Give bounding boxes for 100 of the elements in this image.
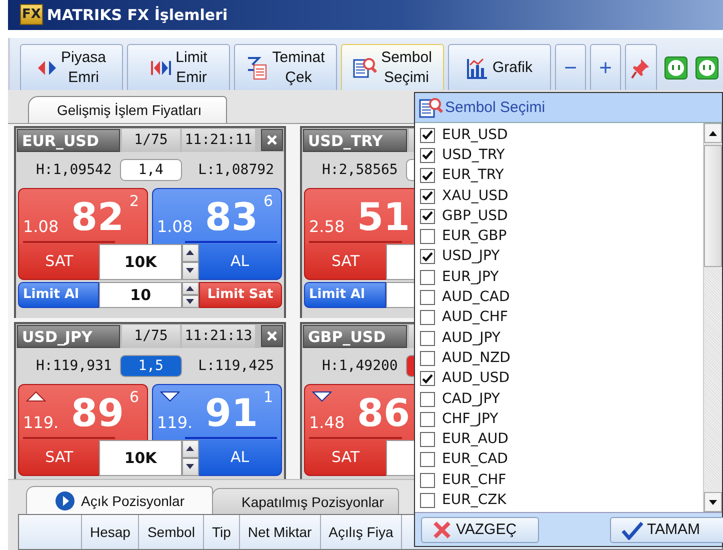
check-icon (621, 520, 643, 540)
checkbox[interactable] (420, 310, 435, 326)
checkbox[interactable] (420, 229, 435, 244)
sell-button[interactable]: SAT (18, 244, 100, 280)
toolbar-button[interactable] (625, 44, 657, 90)
toolbar-button[interactable]: Limit Emir (127, 44, 230, 90)
checkbox[interactable] (420, 208, 435, 224)
checkbox[interactable] (420, 188, 435, 204)
symbol-option[interactable]: EUR_JPY (442, 268, 499, 286)
limit-sell-button[interactable]: Limit Sat (198, 282, 282, 308)
symbol-option[interactable]: EUR_AUD (442, 431, 508, 448)
scroll-down-button[interactable] (704, 492, 722, 512)
ok-button[interactable]: TAMAM (610, 516, 723, 542)
limit-arrows-icon (150, 58, 172, 77)
column-header[interactable]: Açılış Fiya (320, 515, 402, 549)
checkbox[interactable] (420, 290, 435, 306)
toolbar-button[interactable]: Sembol Seçimi (341, 44, 444, 90)
high-price: H:1,09542 (36, 162, 112, 178)
symbol-option[interactable]: EUR_CZK (442, 492, 506, 509)
symbol-option[interactable]: CAD_JPY (442, 390, 500, 408)
checkbox[interactable] (420, 432, 435, 448)
toolbar-button[interactable]: + (590, 44, 621, 90)
sell-button[interactable]: SAT (304, 244, 386, 280)
buy-button[interactable]: AL (198, 244, 282, 280)
checkbox[interactable] (420, 412, 435, 427)
sell-button[interactable]: SAT (304, 440, 386, 476)
spin-up-button[interactable] (182, 282, 199, 295)
down-arrow-icon (186, 268, 194, 274)
check-icon (422, 170, 433, 181)
tab[interactable]: Gelişmiş İşlem Fiyatları (28, 96, 227, 123)
sell-button[interactable]: SAT (18, 440, 100, 476)
symbol-option[interactable]: EUR_TRY (442, 167, 504, 184)
app-logo: FX (20, 4, 43, 26)
checkbox[interactable] (420, 472, 435, 488)
quantity-field[interactable]: 10K (99, 244, 182, 280)
scroll-up-button[interactable] (704, 123, 722, 143)
toolbar-button[interactable]: Teminat Çek (234, 44, 337, 90)
socket-icon (695, 56, 719, 80)
symbol-option[interactable]: EUR_USD (442, 126, 508, 144)
down-arrow-icon (186, 464, 194, 470)
checkbox[interactable] (420, 371, 435, 386)
symbol-option[interactable]: EUR_GBP (442, 228, 507, 246)
checkbox[interactable] (420, 392, 435, 406)
low-price: L:1,08792 (198, 162, 274, 178)
up-arrow-icon (186, 286, 194, 291)
symbol-option[interactable]: USD_JPY (442, 248, 500, 266)
bar-chart-icon (466, 56, 488, 79)
column-header[interactable]: Net Miktar (240, 515, 321, 549)
symbol-option[interactable]: EUR_CHF (442, 472, 506, 489)
close-button[interactable] (261, 128, 283, 151)
limit-buy-button[interactable]: Limit Al (304, 282, 386, 308)
symbol-option[interactable]: AUD_JPY (442, 330, 500, 347)
toolbar-button[interactable]: Grafik (448, 44, 551, 90)
play-icon (55, 490, 75, 510)
checkbox[interactable] (420, 249, 435, 264)
check-icon (422, 191, 433, 202)
symbol-option[interactable]: USD_TRY (442, 146, 505, 164)
toolbar-button[interactable]: Piyasa Emri (20, 44, 123, 90)
limit-field[interactable]: 10 (99, 282, 182, 308)
tab[interactable]: Kapatılmış Pozisyonlar (212, 488, 399, 514)
checkbox[interactable] (420, 452, 435, 468)
column-header[interactable]: Hesap (82, 515, 140, 549)
checkbox[interactable] (420, 168, 435, 184)
symbol-option[interactable]: AUD_USD (442, 370, 510, 388)
counter-cell: 1/75 (122, 324, 180, 348)
check-icon (422, 211, 433, 222)
spread-box: 1,5 (120, 354, 182, 377)
quantity-field[interactable]: 10K (99, 440, 182, 476)
limit-buy-button[interactable]: Limit Al (18, 282, 100, 308)
checkbox[interactable] (420, 492, 435, 508)
checkbox[interactable] (420, 128, 435, 143)
cancel-button[interactable]: VAZGEÇ (421, 516, 539, 542)
symbol-option[interactable]: CHF_JPY (442, 410, 498, 428)
checkbox[interactable] (420, 330, 435, 346)
checkbox[interactable] (420, 350, 435, 366)
symbol-option[interactable]: EUR_CAD (442, 451, 508, 468)
symbol-label: USD_TRY (303, 128, 407, 152)
checkbox[interactable] (420, 148, 435, 163)
window-title: MATRIKS FX İşlemleri (46, 6, 228, 24)
pin-icon (631, 56, 651, 79)
low-price: L:119,425 (198, 358, 274, 374)
buy-button[interactable]: AL (198, 440, 282, 476)
check-icon (422, 150, 433, 160)
scrollbar-thumb[interactable] (704, 145, 722, 267)
time-label: 11:21:13 (182, 324, 256, 348)
close-icon (266, 134, 278, 146)
symbol-option[interactable]: GBP_USD (442, 208, 508, 225)
symbol-option[interactable]: AUD_CHF (442, 309, 508, 326)
column-header[interactable]: Sembol (139, 515, 204, 549)
checkbox[interactable] (420, 270, 435, 285)
down-arrow-icon (709, 500, 717, 504)
symbol-option[interactable]: XAU_USD (442, 188, 508, 205)
tab[interactable]: Açık Pozisyonlar (26, 486, 214, 514)
close-button[interactable] (261, 324, 283, 347)
socket-icon (664, 56, 688, 80)
symbol-option[interactable]: AUD_NZD (442, 350, 510, 367)
symbol-option[interactable]: AUD_CAD (442, 289, 510, 306)
toolbar-button[interactable]: − (555, 44, 586, 90)
high-price: H:119,931 (36, 358, 112, 374)
column-header[interactable]: Tip (204, 515, 240, 549)
